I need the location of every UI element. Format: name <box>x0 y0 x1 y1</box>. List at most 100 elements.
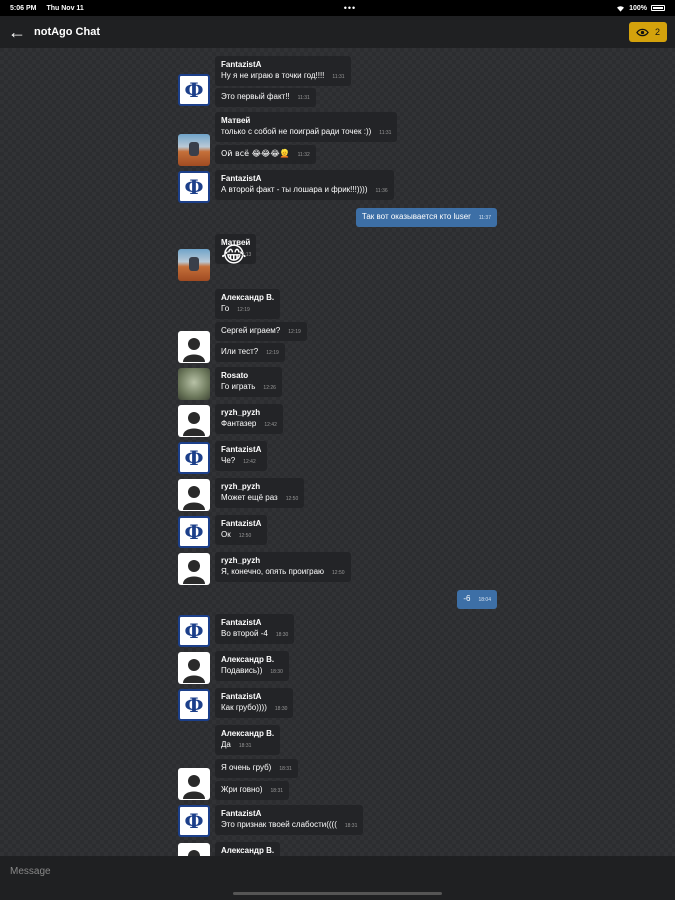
user-icon <box>183 338 205 362</box>
message-text: Ну я не играю в точки год!!!! <box>221 71 325 80</box>
message-author: FantazistA <box>221 692 262 701</box>
message-time: 18:04 <box>478 597 491 603</box>
avatar-fantazista[interactable]: Ф <box>178 805 210 837</box>
message-author: Александр В. <box>221 729 275 738</box>
battery-percent: 100% <box>629 4 647 12</box>
viewers-button[interactable]: 2 <box>628 22 667 42</box>
message-bubble[interactable]: FantazistA А второй факт - ты лошара и ф… <box>215 170 394 200</box>
avatar-ryzh-pyzh[interactable] <box>178 553 210 585</box>
message-bubble[interactable]: Это первый факт!! 11:31 <box>215 88 316 107</box>
message-text: Я очень груб) <box>221 763 272 772</box>
status-time: 5:06 PM <box>10 4 37 12</box>
message-author: FantazistA <box>221 809 262 818</box>
message-bubble[interactable]: FantazistA Это признак твоей слабости(((… <box>215 805 364 835</box>
message-text: Это признак твоей слабости(((( <box>221 820 337 829</box>
status-date: Thu Nov 11 <box>46 4 84 12</box>
wifi-icon <box>617 5 625 12</box>
message-bubble[interactable]: Матвей 😂 12:13 <box>215 234 257 267</box>
message-bubble[interactable]: FantazistA Ок 12:50 <box>215 515 268 545</box>
avatar-letter: Ф <box>184 809 204 833</box>
message-text: Может ещё раз <box>221 493 278 502</box>
message-bubble[interactable]: Александр В. Да 18:31 <box>215 725 281 755</box>
message-bubble[interactable]: ryzh_pyzh Может ещё раз 12:50 <box>215 478 305 508</box>
message-input[interactable] <box>10 866 610 877</box>
message-bubble[interactable]: FantazistA Че? 12:42 <box>215 441 268 471</box>
message-bubble[interactable]: Матвей только с собой не поиграй ради то… <box>215 112 398 142</box>
avatar-letter: Ф <box>184 446 204 470</box>
outgoing-message-bubble[interactable]: Так вот оказывается кто luser 11:37 <box>355 208 497 227</box>
message-bubble[interactable]: Александр В. <box>215 842 281 856</box>
avatar-fantazista[interactable]: Ф <box>178 615 210 647</box>
user-icon <box>183 659 205 683</box>
message-time: 12:50 <box>238 533 252 539</box>
message-time: 11:32 <box>297 152 310 158</box>
avatar-fantazista[interactable]: Ф <box>178 171 210 203</box>
message-time: 12:19 <box>288 329 301 335</box>
message-text: Жри говно) <box>221 785 263 794</box>
page-title: notAgo Chat <box>34 26 100 38</box>
chat-messages[interactable]: FantazistA Ну я не играю в точки год!!!!… <box>0 48 675 856</box>
message-time: 18:30 <box>274 706 288 712</box>
avatar-fantazista[interactable]: Ф <box>178 74 210 106</box>
message-bubble[interactable]: FantazistA Во второй -4 18:30 <box>215 614 295 644</box>
outgoing-message-bubble[interactable]: -6 18:04 <box>457 590 497 609</box>
message-time: 12:42 <box>264 422 277 428</box>
multitask-dots[interactable]: ••• <box>344 3 356 13</box>
arrow-left-icon[interactable]: ← <box>8 23 26 41</box>
message-bubble[interactable]: Ой всё 😂😂😂👱 11:32 <box>215 145 316 164</box>
avatar-ryzh-pyzh[interactable] <box>178 405 210 437</box>
user-icon <box>183 775 205 799</box>
message-time: 11:31 <box>332 74 345 80</box>
message-text: Го играть <box>221 382 256 391</box>
message-bubble[interactable]: FantazistA Как грубо)))) 18:30 <box>215 688 294 718</box>
message-bubble[interactable]: Жри говно) 18:31 <box>215 781 290 800</box>
message-text: Че? <box>221 456 236 465</box>
message-text: Это первый факт!! <box>221 92 290 101</box>
message-text: Я, конечно, опять проиграю <box>221 567 325 576</box>
message-author: Матвей <box>221 116 251 125</box>
user-icon <box>183 486 205 510</box>
avatar-matvey[interactable] <box>178 249 210 281</box>
message-author: FantazistA <box>221 60 262 69</box>
message-time: 12:50 <box>332 570 345 576</box>
avatar-aleksandr[interactable] <box>178 768 210 800</box>
avatar-fantazista[interactable]: Ф <box>178 442 210 474</box>
message-time: 18:31 <box>238 743 252 749</box>
message-time: 11:37 <box>478 215 491 221</box>
message-text: только с собой не поиграй ради точек :)) <box>221 127 372 136</box>
message-bubble[interactable]: Александр В. Подавись)) 18:30 <box>215 651 289 681</box>
message-bubble[interactable]: Или тест? 12:19 <box>215 343 285 362</box>
message-text: Как грубо)))) <box>221 703 267 712</box>
message-bubble[interactable]: Сергей играем? 12:19 <box>215 322 307 341</box>
message-time: 12:19 <box>266 350 279 356</box>
message-author: ryzh_pyzh <box>221 408 261 417</box>
message-time: 18:31 <box>279 766 292 772</box>
status-bar: 5:06 PM Thu Nov 11 ••• 100% <box>0 0 675 16</box>
message-bubble[interactable]: ryzh_pyzh Фантазер 12:42 <box>215 404 283 434</box>
message-text: А второй факт - ты лошара и фрик!!!)))) <box>221 185 368 194</box>
avatar-fantazista[interactable]: Ф <box>178 516 210 548</box>
avatar-rosato[interactable] <box>178 368 210 400</box>
message-time: 18:30 <box>270 669 283 675</box>
avatar-letter: Ф <box>184 175 204 199</box>
message-bubble[interactable]: Александр В. Го 12:19 <box>215 289 281 319</box>
avatar-letter: Ф <box>184 78 204 102</box>
message-time: 11:31 <box>379 130 392 136</box>
message-text: Фантазер <box>221 419 257 428</box>
avatar-aleksandr[interactable] <box>178 843 210 856</box>
message-text: Сергей играем? <box>221 326 281 335</box>
avatar-matvey[interactable] <box>178 134 210 166</box>
avatar-aleksandr[interactable] <box>178 652 210 684</box>
message-bubble[interactable]: Rosato Го играть 12:26 <box>215 367 282 397</box>
message-author: ryzh_pyzh <box>221 556 261 565</box>
avatar-fantazista[interactable]: Ф <box>178 689 210 721</box>
avatar-ryzh-pyzh[interactable] <box>178 479 210 511</box>
message-bubble[interactable]: FantazistA Ну я не играю в точки год!!!!… <box>215 56 351 86</box>
avatar-aleksandr[interactable] <box>178 331 210 363</box>
avatar-letter: Ф <box>184 693 204 717</box>
message-bubble[interactable]: ryzh_pyzh Я, конечно, опять проиграю 12:5… <box>215 552 351 582</box>
home-indicator[interactable] <box>233 892 442 895</box>
message-time: 12:50 <box>285 496 299 502</box>
message-author: Александр В. <box>221 846 275 855</box>
message-bubble[interactable]: Я очень груб) 18:31 <box>215 759 298 778</box>
